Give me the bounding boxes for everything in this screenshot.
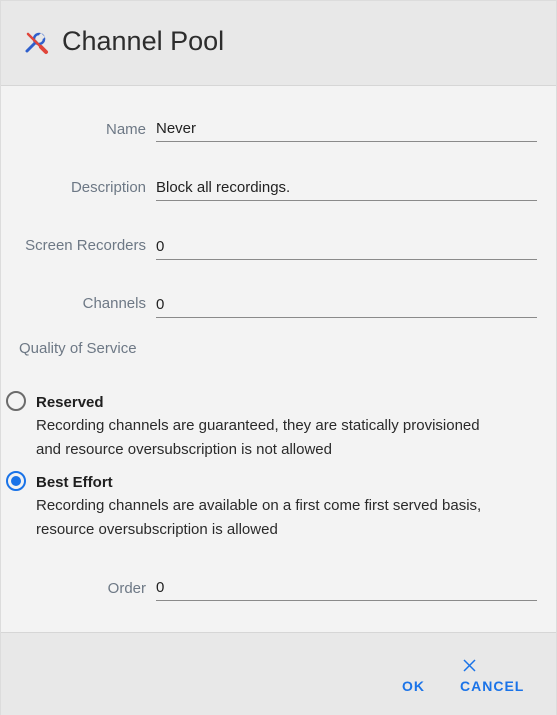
- qos-radio-best-effort[interactable]: [6, 471, 26, 491]
- name-label: Name: [105, 121, 146, 138]
- qos-best-effort-desc-line1: Recording channels are available on a fi…: [36, 497, 482, 514]
- cancel-button-label[interactable]: CANCEL: [460, 677, 524, 695]
- qos-reserved-desc-line1: Recording channels are guaranteed, they …: [36, 417, 480, 434]
- screen-recorders-label: Screen Recorders: [25, 237, 146, 254]
- description-label: Description: [70, 179, 146, 196]
- qos-reserved-title[interactable]: Reserved: [36, 393, 104, 413]
- cancel-button[interactable]: CANCEL: [460, 659, 523, 699]
- dialog-header: Channel Pool: [1, 1, 556, 86]
- qos-radio-reserved[interactable]: [6, 391, 26, 411]
- dialog-footer: OK CANCEL: [1, 632, 556, 715]
- tools-icon: [23, 29, 49, 55]
- channels-input[interactable]: [156, 292, 537, 318]
- order-input[interactable]: [156, 575, 537, 601]
- close-icon[interactable]: [463, 659, 476, 672]
- order-label: Order: [107, 580, 146, 597]
- screen-recorders-input[interactable]: [156, 234, 537, 260]
- qos-reserved-desc-line2: and resource oversubscription is not all…: [36, 441, 332, 458]
- dialog-body: Name Description Screen Recorders Channe…: [1, 86, 556, 631]
- qos-best-effort-title[interactable]: Best Effort: [36, 473, 113, 493]
- description-input[interactable]: [156, 175, 537, 201]
- radio-selected-dot: [11, 476, 21, 486]
- name-input[interactable]: [156, 116, 537, 142]
- qos-label: Quality of Service: [19, 340, 137, 357]
- ok-button[interactable]: OK: [402, 677, 425, 695]
- qos-best-effort-desc-line2: resource oversubscription is allowed: [36, 521, 278, 538]
- channel-pool-dialog: Channel Pool Name Description Screen Rec…: [0, 0, 557, 715]
- channels-label: Channels: [82, 295, 146, 312]
- dialog-title: Channel Pool: [62, 26, 225, 56]
